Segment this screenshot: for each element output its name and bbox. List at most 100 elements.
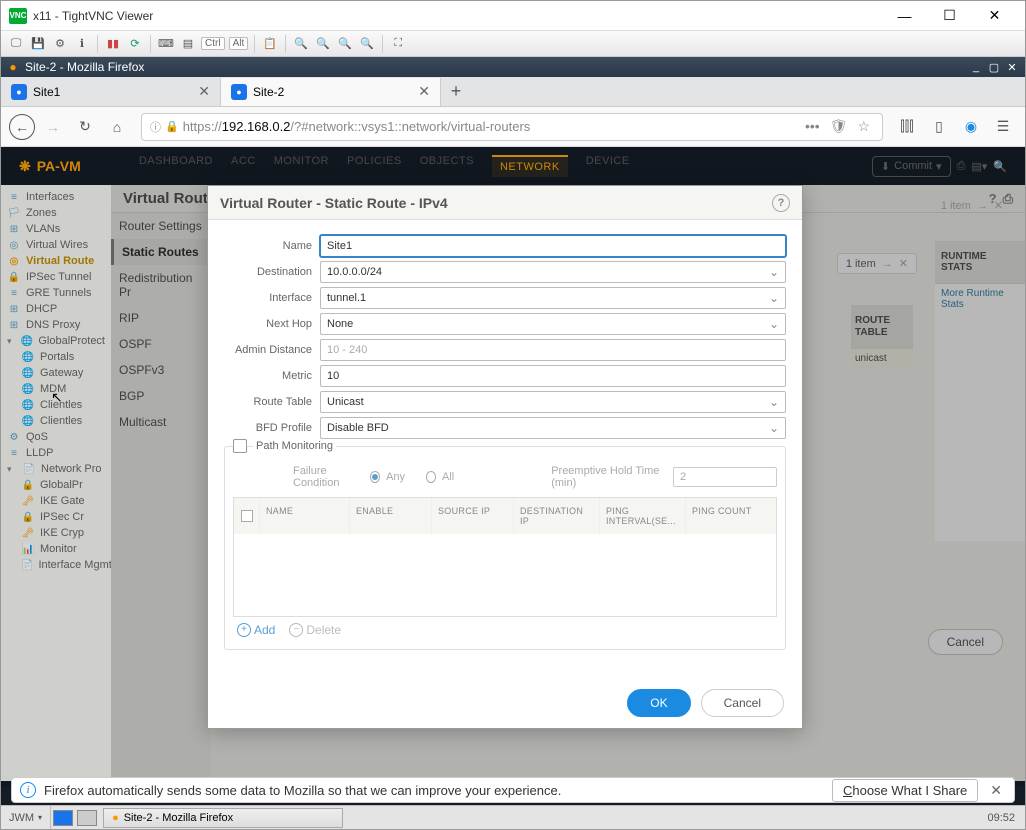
tab-label: Site-2 <box>253 85 412 99</box>
metric-input[interactable]: 10 <box>320 365 786 387</box>
pm-select-all[interactable] <box>234 498 260 534</box>
vnc-transfer-icon[interactable]: 📋 <box>261 35 279 53</box>
failure-condition-label: Failure Condition <box>293 465 364 489</box>
vnc-minimize-button[interactable]: — <box>882 2 927 30</box>
admindist-input[interactable]: 10 - 240 <box>320 339 786 361</box>
firefox-title: Site-2 - Mozilla Firefox <box>25 60 967 74</box>
vnc-alt-key[interactable]: Alt <box>229 37 249 50</box>
tab-label: Site1 <box>33 85 192 99</box>
nexthop-label: Next Hop <box>224 318 320 330</box>
interface-select[interactable]: tunnel.1 <box>320 287 786 309</box>
url-bar[interactable]: ⓘ 🔒 https://192.168.0.2/?#network::vsys1… <box>141 113 883 141</box>
tab-close-icon[interactable]: ✕ <box>198 83 210 100</box>
vnc-fullscreen-icon[interactable]: ⛶ <box>389 35 407 53</box>
browser-tab-site2[interactable]: ● Site-2 ✕ <box>221 78 441 106</box>
path-monitoring-checkbox[interactable] <box>233 439 247 453</box>
vnc-maximize-button[interactable]: ☐ <box>927 2 972 30</box>
cancel-button[interactable]: Cancel <box>701 689 784 717</box>
failure-all-label: All <box>442 471 454 483</box>
vnc-info-icon[interactable]: ℹ <box>73 35 91 53</box>
os-taskbar: JWM▾ ● Site-2 - Mozilla Firefox 09:52 <box>1 805 1025 829</box>
desktop-switch-2[interactable] <box>77 810 97 826</box>
ff-minimize-button[interactable]: _ <box>967 61 985 73</box>
failure-any-radio[interactable] <box>370 471 380 483</box>
bookmark-star-icon[interactable]: ☆ <box>853 116 874 137</box>
admindist-label: Admin Distance <box>224 344 320 356</box>
path-monitor-table: NAME ENABLE SOURCE IP DESTINATION IP PIN… <box>233 497 777 617</box>
pm-add-button[interactable]: +Add <box>237 623 275 637</box>
vnc-zoom-out-icon[interactable]: 🔍 <box>314 35 332 53</box>
bfd-select[interactable]: Disable BFD <box>320 417 786 439</box>
vnc-save-icon[interactable]: 💾 <box>29 35 47 53</box>
choose-share-button[interactable]: Choose What I Share <box>832 779 978 802</box>
sidebar-icon[interactable]: ▯ <box>925 113 953 141</box>
modal-titlebar[interactable]: Virtual Router - Static Route - IPv4 ? <box>208 186 802 220</box>
failure-all-radio[interactable] <box>426 471 436 483</box>
tab-favicon: ● <box>231 84 247 100</box>
tab-favicon: ● <box>11 84 27 100</box>
pm-table-head: NAME ENABLE SOURCE IP DESTINATION IP PIN… <box>234 498 776 534</box>
home-button[interactable]: ⌂ <box>103 113 131 141</box>
pm-delete-button[interactable]: −Delete <box>289 623 341 637</box>
taskbar-task-firefox[interactable]: ● Site-2 - Mozilla Firefox <box>103 808 343 828</box>
firefox-navbar: ← → ↻ ⌂ ⓘ 🔒 https://192.168.0.2/?#networ… <box>1 107 1025 147</box>
vnc-new-conn-icon[interactable]: 🖵 <box>7 35 25 53</box>
modal-body: Name Site1 Destination 10.0.0.0/24 Inter… <box>208 220 802 650</box>
wm-menu[interactable]: JWM▾ <box>1 806 51 829</box>
name-input[interactable]: Site1 <box>320 235 786 257</box>
metric-label: Metric <box>224 370 320 382</box>
tracking-icon[interactable]: 🛡 <box>826 116 852 137</box>
bfd-label: BFD Profile <box>224 422 320 434</box>
task-label: Site-2 - Mozilla Firefox <box>124 812 233 824</box>
menu-button[interactable]: ☰ <box>989 113 1017 141</box>
page-content: ❋ PA-VM DASHBOARD ACC MONITOR POLICIES O… <box>1 147 1025 805</box>
pm-col-pingcount: PING COUNT <box>686 498 768 534</box>
ok-button[interactable]: OK <box>627 689 690 717</box>
library-icon[interactable]: ⫿⫿⫿ <box>893 113 921 141</box>
vnc-cad-icon[interactable]: ⌨ <box>157 35 175 53</box>
nexthop-select[interactable]: None <box>320 313 786 335</box>
site-info-icon[interactable]: ⓘ <box>150 119 161 135</box>
routetable-select[interactable]: Unicast <box>320 391 786 413</box>
vnc-zoom-in-icon[interactable]: 🔍 <box>292 35 310 53</box>
hold-time-label: Preemptive Hold Time (min) <box>551 465 667 489</box>
browser-tab-site1[interactable]: ● Site1 ✕ <box>1 78 221 106</box>
lock-icon[interactable]: 🔒 <box>165 120 179 133</box>
firefox-tab-strip: ● Site1 ✕ ● Site-2 ✕ + <box>1 77 1025 107</box>
vnc-content: ● Site-2 - Mozilla Firefox _ ▢ ✕ ● Site1… <box>1 57 1025 829</box>
back-button[interactable]: ← <box>9 114 35 140</box>
separator <box>97 35 98 53</box>
vnc-zoom-auto-icon[interactable]: 🔍 <box>358 35 376 53</box>
pm-col-enable: ENABLE <box>350 498 432 534</box>
modal-help-icon[interactable]: ? <box>772 194 790 212</box>
failure-any-label: Any <box>386 471 405 483</box>
destination-input[interactable]: 10.0.0.0/24 <box>320 261 786 283</box>
firefox-notification-bar: i Firefox automatically sends some data … <box>11 777 1015 803</box>
pm-col-name: NAME <box>260 498 350 534</box>
vnc-ctrlesc-icon[interactable]: ▤ <box>179 35 197 53</box>
vnc-ctrl-key[interactable]: Ctrl <box>201 37 225 50</box>
vnc-close-button[interactable]: ✕ <box>972 2 1017 30</box>
vnc-options-icon[interactable]: ⚙ <box>51 35 69 53</box>
page-actions-icon[interactable]: ••• <box>801 116 824 137</box>
vnc-pause-icon[interactable]: ▮▮ <box>104 35 122 53</box>
forward-button[interactable]: → <box>39 113 67 141</box>
notification-text: Firefox automatically sends some data to… <box>44 783 824 798</box>
path-monitoring-head: Path Monitoring <box>233 439 777 453</box>
vnc-titlebar[interactable]: VNC x11 - TightVNC Viewer — ☐ ✕ <box>1 1 1025 31</box>
account-icon[interactable]: ◉ <box>957 113 985 141</box>
vnc-toolbar: 🖵 💾 ⚙ ℹ ▮▮ ⟳ ⌨ ▤ Ctrl Alt 📋 🔍 🔍 🔍 🔍 ⛶ <box>1 31 1025 57</box>
tab-close-icon[interactable]: ✕ <box>418 83 430 100</box>
new-tab-button[interactable]: + <box>441 78 471 106</box>
reload-button[interactable]: ↻ <box>71 113 99 141</box>
vnc-refresh-icon[interactable]: ⟳ <box>126 35 144 53</box>
desktop-switch-1[interactable] <box>53 810 73 826</box>
ff-close-button[interactable]: ✕ <box>1003 61 1021 74</box>
vnc-app-icon: VNC <box>9 8 27 24</box>
notification-close-icon[interactable]: ✕ <box>986 782 1006 799</box>
firefox-titlebar[interactable]: ● Site-2 - Mozilla Firefox _ ▢ ✕ <box>1 57 1025 77</box>
hold-time-input[interactable]: 2 <box>673 467 777 487</box>
vnc-zoom-100-icon[interactable]: 🔍 <box>336 35 354 53</box>
firefox-icon: ● <box>112 812 119 824</box>
ff-maximize-button[interactable]: ▢ <box>985 61 1003 74</box>
